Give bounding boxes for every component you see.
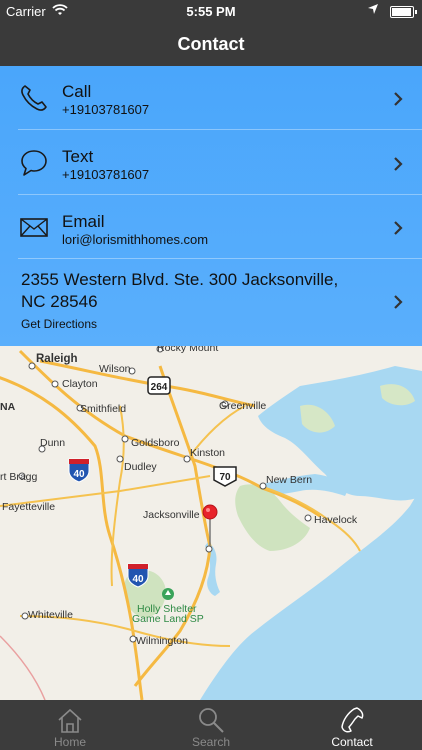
shield-i40-top: 40: [68, 458, 90, 483]
map-label-smithfield: Smithfield: [80, 403, 126, 415]
map-label-fort-bragg: rt Bragg: [0, 471, 38, 483]
tab-home[interactable]: Home: [0, 700, 140, 750]
city-dot-clayton: [51, 380, 59, 388]
tab-home-label: Home: [53, 735, 86, 749]
map-label-dunn: Dunn: [40, 437, 65, 449]
location-arrow-icon: [368, 4, 378, 14]
email-row[interactable]: Email lori@lorismithhomes.com: [0, 195, 422, 259]
search-icon: [199, 708, 224, 733]
tab-search[interactable]: Search: [141, 700, 281, 750]
shield-i40-bottom-label: 40: [132, 574, 144, 585]
tab-bar: Home Search Contact: [0, 700, 422, 750]
map-canvas: 264 40 70 40 Rocky Mount Raleigh Wilson …: [0, 346, 422, 700]
map-label-greenville: Greenville: [219, 400, 266, 412]
address-text: 2355 Western Blvd. Ste. 300 Jacksonville…: [21, 270, 339, 311]
get-directions-link[interactable]: Get Directions: [21, 317, 97, 331]
i40-road: [0, 376, 144, 700]
contact-panel: Call +19103781607 Text +19103781607 Emai…: [0, 66, 422, 346]
map-label-raleigh: Raleigh: [36, 353, 78, 365]
chevron-right-icon: [394, 295, 403, 309]
nav-bar: Contact: [0, 22, 422, 66]
map-label-new-bern: New Bern: [266, 474, 312, 486]
tab-contact-label: Contact: [331, 735, 373, 749]
home-icon: [58, 708, 82, 733]
map-label-whiteville: Whiteville: [28, 609, 73, 621]
map-label-rocky-mount: Rocky Mount: [157, 346, 218, 354]
map-label-jacksonville: Jacksonville: [143, 509, 200, 521]
map-label-fayetteville: Fayetteville: [2, 501, 55, 513]
email-label: Email: [62, 212, 105, 231]
text-label: Text: [62, 147, 94, 166]
page-title: Contact: [177, 34, 245, 54]
city-dot-dudley: [116, 455, 124, 463]
city-dot-raleigh: [28, 362, 36, 370]
call-label: Call: [62, 82, 92, 101]
text-number: +19103781607: [62, 167, 150, 182]
city-dot-havelock: [304, 514, 312, 522]
phone-icon: [21, 85, 47, 111]
chat-bubble-icon: [21, 150, 47, 176]
map-label-dudley: Dudley: [124, 461, 157, 473]
chevron-right-icon: [394, 221, 403, 235]
map-label-wilson: Wilson: [99, 363, 131, 375]
email-address: lori@lorismithhomes.com: [62, 232, 209, 247]
address-row[interactable]: 2355 Western Blvd. Ste. 300 Jacksonville…: [0, 259, 422, 346]
city-dot-jacksonville: [205, 545, 213, 553]
clock: 5:55 PM: [186, 4, 236, 19]
chevron-right-icon: [394, 157, 403, 171]
shield-264-label: 264: [151, 382, 168, 393]
shield-i40-top-label: 40: [73, 469, 85, 480]
shield-264: 264: [147, 376, 171, 395]
map-label-clayton: Clayton: [62, 378, 98, 390]
text-row[interactable]: Text +19103781607: [0, 130, 422, 195]
chevron-right-icon: [394, 92, 403, 106]
tab-contact[interactable]: Contact: [282, 700, 422, 750]
call-number: +19103781607: [62, 102, 150, 117]
map-label-goldsboro: Goldsboro: [131, 437, 180, 449]
map-label-kinston: Kinston: [190, 447, 225, 459]
map-label-game-land: Game Land SP: [132, 613, 204, 625]
city-dot-goldsboro: [121, 435, 129, 443]
road-rail: [0, 635, 46, 700]
map-label-na: NA: [0, 401, 16, 413]
map-label-havelock: Havelock: [314, 514, 358, 526]
status-bar: Carrier 5:55 PM: [0, 0, 422, 22]
shield-70-label: 70: [219, 472, 231, 483]
battery-icon: [390, 6, 417, 18]
tab-search-label: Search: [191, 735, 231, 749]
map-view[interactable]: 264 40 70 40 Rocky Mount Raleigh Wilson …: [0, 346, 422, 700]
call-row[interactable]: Call +19103781607: [0, 66, 422, 130]
phone-icon: [341, 707, 364, 733]
croatan-forest: [235, 484, 310, 551]
envelope-icon: [20, 218, 48, 237]
shield-70: 70: [213, 466, 237, 487]
map-label-wilmington: Wilmington: [136, 635, 188, 647]
